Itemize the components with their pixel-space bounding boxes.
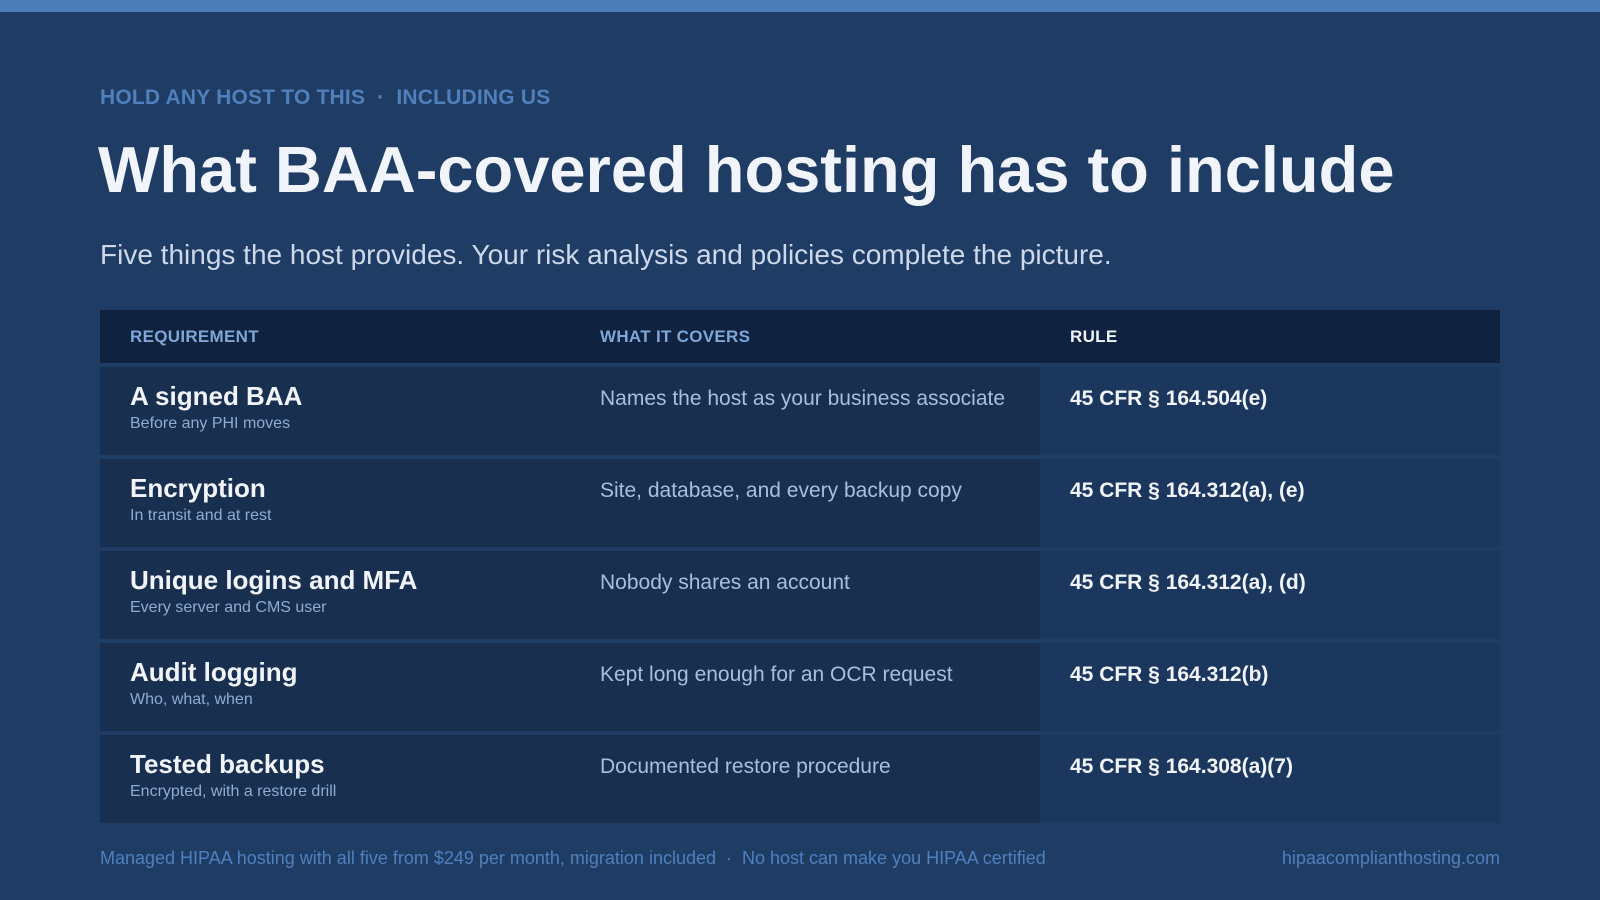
rule-citation: 45 CFR § 164.312(b) — [1070, 663, 1269, 686]
requirement-detail: Before any PHI moves — [130, 415, 291, 432]
table-row: Encryption In transit and at rest Site, … — [100, 459, 1500, 547]
requirement-detail: In transit and at rest — [130, 507, 272, 524]
row-band-rule — [1040, 367, 1500, 455]
top-accent-bar — [0, 0, 1600, 12]
eyebrow: HOLD ANY HOST TO THIS · INCLUDING US — [100, 86, 550, 110]
row-band-rule — [1040, 735, 1500, 823]
eyebrow-part-2: INCLUDING US — [396, 86, 551, 109]
table-row: Unique logins and MFA Every server and C… — [100, 551, 1500, 639]
eyebrow-separator: · — [377, 86, 385, 109]
requirement-name: Encryption — [130, 473, 266, 503]
requirement-name: Unique logins and MFA — [130, 565, 418, 595]
what-it-covers: Kept long enough for an OCR request — [600, 663, 953, 686]
header-rule: RULE — [1070, 327, 1118, 346]
what-it-covers: Nobody shares an account — [600, 571, 850, 594]
row-band-rule — [1040, 643, 1500, 731]
rule-citation: 45 CFR § 164.504(e) — [1070, 387, 1268, 410]
row-band-rule — [1040, 459, 1500, 547]
footer-pricing-note: Managed HIPAA hosting with all five from… — [100, 848, 716, 868]
page-title: What BAA-covered hosting has to include — [98, 133, 1395, 206]
table-row: Audit logging Who, what, when Kept long … — [100, 643, 1500, 731]
table-row: A signed BAA Before any PHI moves Names … — [100, 367, 1500, 455]
footer-disclaimer: No host can make you HIPAA certified — [742, 848, 1046, 868]
what-it-covers: Documented restore procedure — [600, 755, 891, 778]
requirements-table: REQUIREMENT WHAT IT COVERS RULE A signed… — [100, 310, 1500, 823]
requirement-detail: Encrypted, with a restore drill — [130, 783, 337, 800]
footer-separator: · — [726, 848, 732, 868]
row-band-rule — [1040, 551, 1500, 639]
header-what-it-covers: WHAT IT COVERS — [600, 327, 751, 346]
what-it-covers: Site, database, and every backup copy — [600, 479, 962, 502]
requirement-name: Audit logging — [130, 657, 298, 687]
requirement-detail: Who, what, when — [130, 691, 253, 708]
header-requirement: REQUIREMENT — [130, 327, 259, 346]
rule-citation: 45 CFR § 164.308(a)(7) — [1070, 755, 1293, 778]
page-subtitle: Five things the host provides. Your risk… — [100, 239, 1112, 270]
eyebrow-part-1: HOLD ANY HOST TO THIS — [100, 86, 366, 109]
table-header-row: REQUIREMENT WHAT IT COVERS RULE — [100, 310, 1500, 363]
footer-note: Managed HIPAA hosting with all five from… — [100, 848, 1046, 869]
footer-site-url: hipaacomplianthosting.com — [1281, 848, 1500, 868]
rule-citation: 45 CFR § 164.312(a), (e) — [1070, 479, 1305, 502]
what-it-covers: Names the host as your business associat… — [600, 387, 1006, 410]
rule-citation: 45 CFR § 164.312(a), (d) — [1070, 571, 1306, 594]
requirement-name: A signed BAA — [130, 381, 303, 411]
requirement-detail: Every server and CMS user — [130, 599, 327, 616]
table-row: Tested backups Encrypted, with a restore… — [100, 735, 1500, 823]
requirement-name: Tested backups — [130, 749, 325, 779]
